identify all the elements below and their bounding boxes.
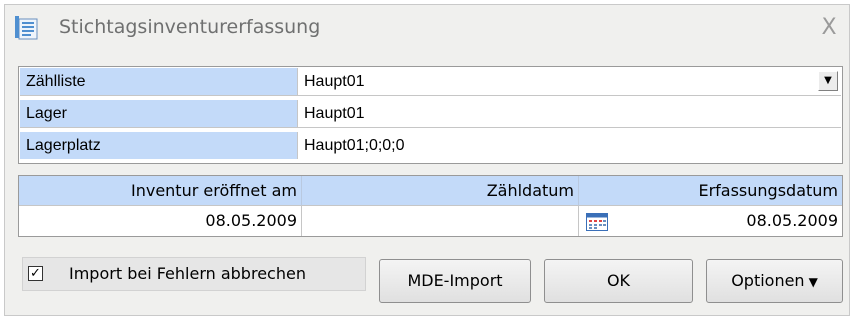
inventory-list-icon [15, 16, 38, 40]
field-grid: Zählliste Haupt01 ▼ Lager Haupt01 Lagerp… [18, 66, 843, 164]
close-button[interactable]: X [815, 15, 843, 41]
import-abort-label: Import bei Fehlern abbrechen [69, 264, 306, 283]
header-zaehldatum: Zähldatum [302, 176, 579, 206]
ok-label: OK [606, 271, 631, 290]
zaehldatum-input[interactable] [302, 206, 579, 236]
zaehlliste-label: Zählliste [20, 68, 298, 95]
row-lager[interactable]: Lager Haupt01 [20, 100, 841, 128]
chevron-down-icon: ▼ [808, 275, 818, 289]
row-zaehlliste[interactable]: Zählliste Haupt01 ▼ [20, 68, 841, 96]
lagerplatz-value[interactable]: Haupt01;0;0;0 [304, 132, 405, 159]
optionen-button[interactable]: Optionen ▼ [706, 259, 843, 303]
window-title: Stichtagsinventurerfassung [59, 16, 321, 38]
dialog-window: Stichtagsinventurerfassung X Zählliste H… [4, 4, 850, 316]
optionen-label: Optionen [731, 271, 805, 290]
import-abort-option[interactable]: ✓ Import bei Fehlern abbrechen [22, 257, 366, 291]
lager-value[interactable]: Haupt01 [304, 100, 365, 127]
date-grid: Inventur eröffnet am Zähldatum Erfassung… [18, 175, 843, 237]
import-abort-checkbox[interactable]: ✓ [28, 266, 43, 281]
erfassungsdatum-value[interactable]: 08.05.2009 [579, 206, 842, 236]
header-inventur-eroeffnet: Inventur eröffnet am [19, 176, 302, 206]
lager-label: Lager [20, 100, 298, 127]
header-erfassungsdatum: Erfassungsdatum [579, 176, 842, 206]
lagerplatz-label: Lagerplatz [20, 132, 298, 159]
zaehlliste-value[interactable]: Haupt01 [304, 68, 365, 95]
inventur-eroeffnet-value: 08.05.2009 [19, 206, 302, 236]
ok-button[interactable]: OK [544, 259, 693, 303]
mde-import-button[interactable]: MDE-Import [379, 259, 531, 303]
title-bar: Stichtagsinventurerfassung X [5, 5, 849, 51]
row-lagerplatz[interactable]: Lagerplatz Haupt01;0;0;0 [20, 132, 841, 160]
mde-import-label: MDE-Import [407, 271, 503, 290]
zaehlliste-dropdown-button[interactable]: ▼ [818, 71, 838, 91]
